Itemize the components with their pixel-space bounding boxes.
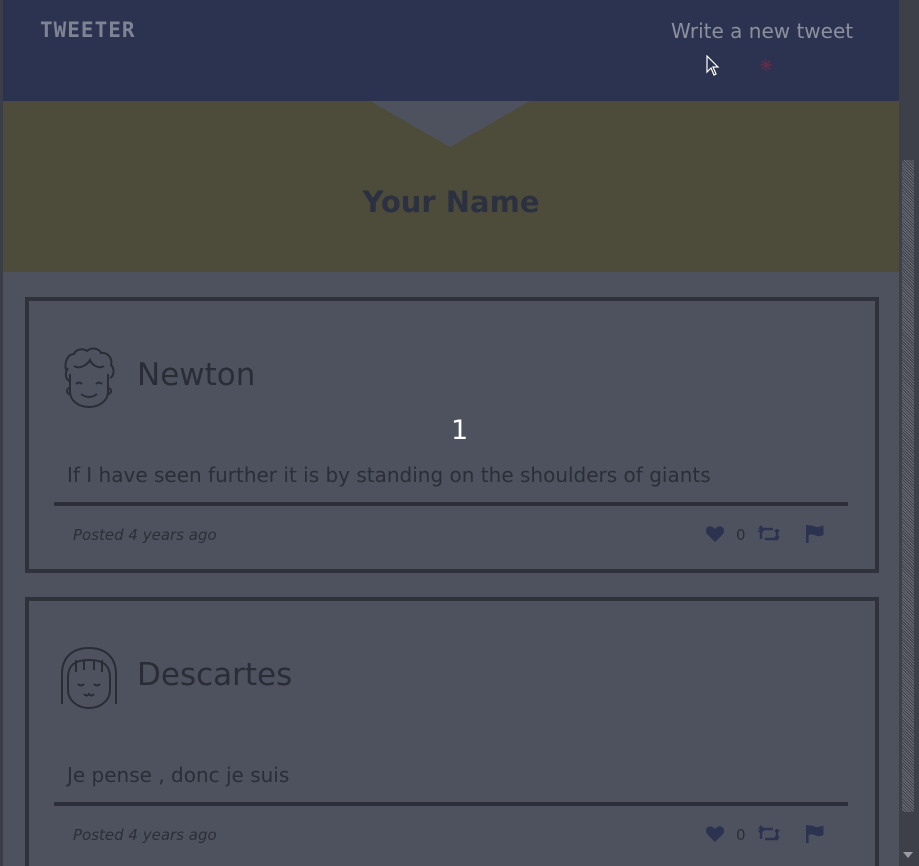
scroll-down-arrow-icon[interactable] (903, 852, 913, 858)
compose-toggle-icon[interactable] (759, 58, 773, 72)
tweet-author[interactable]: Newton (137, 357, 255, 393)
tweet-text: Je pense , donc je suis (67, 763, 290, 787)
tweet-text: If I have seen further it is by standing… (67, 463, 711, 487)
flag-icon[interactable] (805, 824, 825, 844)
top-navbar: TWEETER Write a new tweet (3, 0, 899, 101)
tweet-author[interactable]: Descartes (137, 657, 292, 693)
banner-notch (370, 101, 530, 147)
mouse-pointer-icon (706, 55, 720, 76)
like-count: 0 (736, 526, 746, 544)
tweet-divider (54, 502, 848, 506)
heart-icon[interactable] (705, 825, 725, 843)
tweet-timestamp: Posted 4 years ago (73, 526, 217, 544)
tweet-card: Descartes Je pense , donc je suis Posted… (25, 597, 879, 866)
profile-banner: Your Name (3, 101, 899, 272)
heart-icon[interactable] (705, 525, 725, 543)
profile-name: Your Name (362, 185, 540, 219)
app-page: TWEETER Write a new tweet Your Name Newt… (0, 0, 919, 866)
brand-logo[interactable]: TWEETER (40, 18, 136, 42)
curly-hair-face-icon (64, 347, 115, 409)
flag-icon[interactable] (805, 524, 825, 544)
write-new-tweet-link[interactable]: Write a new tweet (671, 19, 853, 43)
overlay-counter: 1 (451, 415, 469, 446)
retweet-icon[interactable] (757, 525, 781, 543)
retweet-icon[interactable] (757, 825, 781, 843)
bangs-hair-face-icon (61, 646, 117, 710)
like-count: 0 (736, 826, 746, 844)
tweet-divider (54, 802, 848, 806)
scrollbar-thumb[interactable] (902, 160, 914, 812)
tweet-timestamp: Posted 4 years ago (73, 826, 217, 844)
